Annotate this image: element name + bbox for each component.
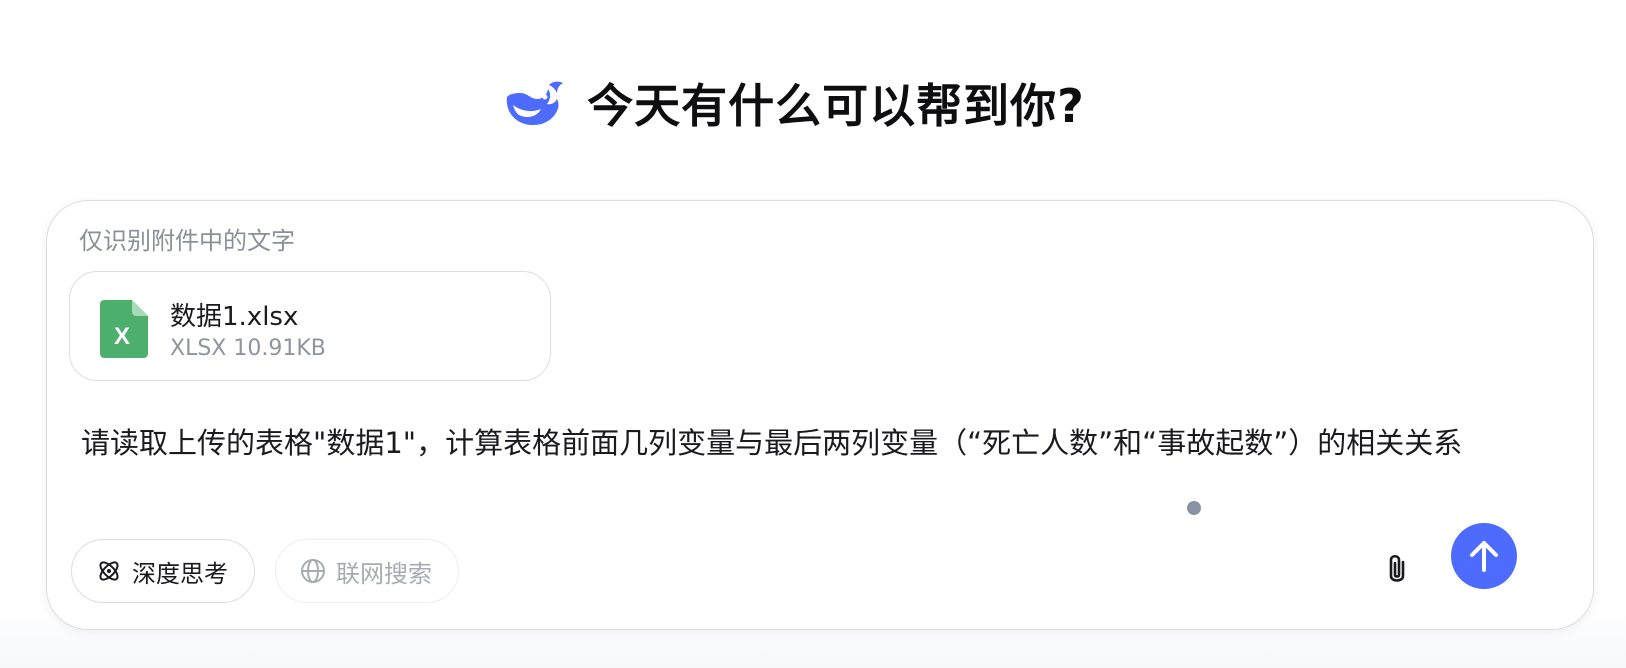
web-search-label: 联网搜索	[336, 559, 432, 588]
attach-button[interactable]	[1377, 547, 1417, 593]
page-title: 今天有什么可以帮到你?	[587, 79, 1085, 133]
prompt-input[interactable]: 请读取上传的表格"数据1"，计算表格前面几列变量与最后两列变量（“死亡人数”和“…	[81, 419, 1561, 467]
excel-file-icon: X	[100, 300, 148, 358]
svg-text:X: X	[114, 323, 130, 350]
chat-composer: 仅识别附件中的文字 X 数据1.xlsx XLSX 10.91KB 请读取上传的…	[46, 200, 1594, 630]
attachment-meta: XLSX 10.91KB	[170, 336, 326, 361]
arrow-up-icon	[1470, 541, 1498, 572]
atom-icon	[99, 561, 119, 581]
deep-think-label: 深度思考	[132, 559, 228, 588]
header: 今天有什么可以帮到你?	[0, 68, 1626, 138]
page: 今天有什么可以帮到你? 仅识别附件中的文字 X 数据1.xlsx XLSX 10…	[0, 0, 1626, 668]
paperclip-icon	[1389, 554, 1405, 582]
mouse-cursor-indicator	[1187, 501, 1201, 515]
attachment-card[interactable]: X 数据1.xlsx XLSX 10.91KB	[69, 271, 551, 381]
attachment-name: 数据1.xlsx	[170, 302, 299, 332]
deepseek-whale-icon	[506, 81, 564, 125]
send-button[interactable]	[1451, 523, 1517, 589]
deep-think-button[interactable]: 深度思考	[71, 539, 255, 603]
globe-icon	[301, 559, 325, 583]
web-search-button[interactable]: 联网搜索	[275, 539, 459, 603]
attachment-hint: 仅识别附件中的文字	[79, 227, 295, 255]
